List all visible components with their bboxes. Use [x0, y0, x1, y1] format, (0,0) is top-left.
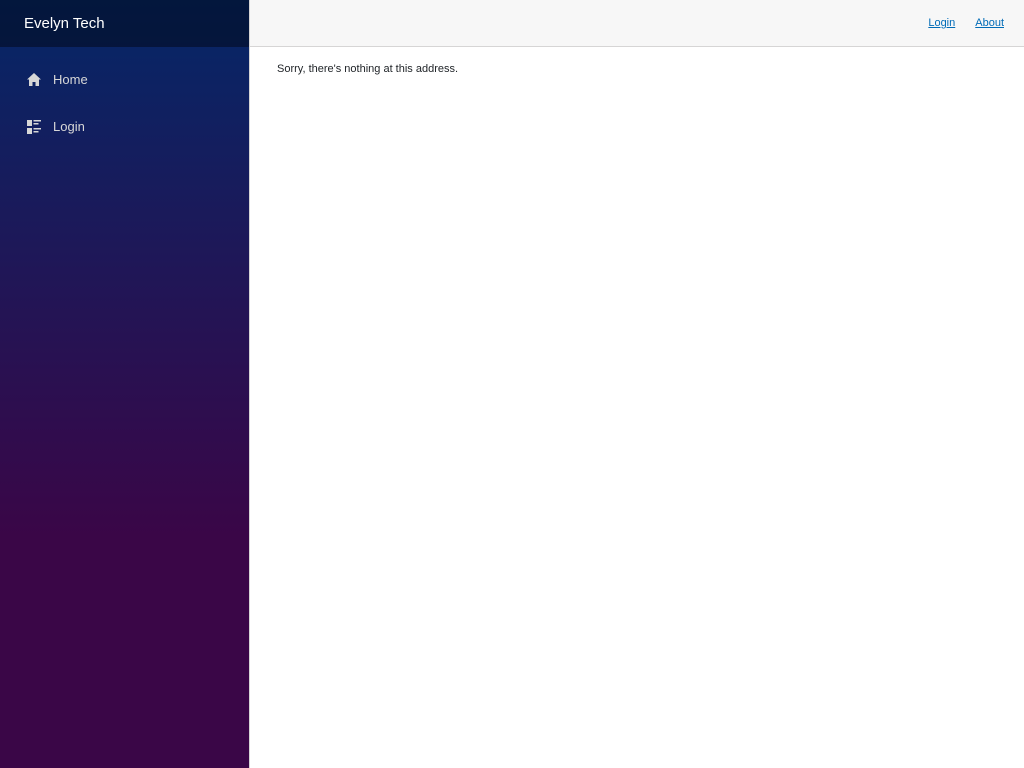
- not-found-message: Sorry, there's nothing at this address.: [277, 63, 459, 75]
- sidebar-item-label: Login: [53, 119, 85, 134]
- app-root: Evelyn Tech Home Login Login About Sorry…: [0, 0, 1024, 768]
- sidebar-item-home[interactable]: Home: [0, 56, 249, 103]
- main-area: Login About Sorry, there's nothing at th…: [250, 0, 1024, 768]
- brand-bar: Evelyn Tech: [0, 0, 249, 47]
- list-rich-icon: [26, 119, 42, 135]
- sidebar-item-login[interactable]: Login: [0, 103, 249, 150]
- sidebar-item-label: Home: [53, 72, 88, 87]
- top-about-link[interactable]: About: [975, 17, 1004, 29]
- top-row: Login About: [250, 0, 1024, 47]
- sidebar-nav: Home Login: [0, 47, 249, 150]
- content: Sorry, there's nothing at this address.: [250, 47, 1024, 91]
- home-icon: [26, 72, 42, 88]
- brand-link[interactable]: Evelyn Tech: [24, 15, 105, 32]
- top-login-link[interactable]: Login: [928, 17, 955, 29]
- sidebar: Evelyn Tech Home Login: [0, 0, 250, 768]
